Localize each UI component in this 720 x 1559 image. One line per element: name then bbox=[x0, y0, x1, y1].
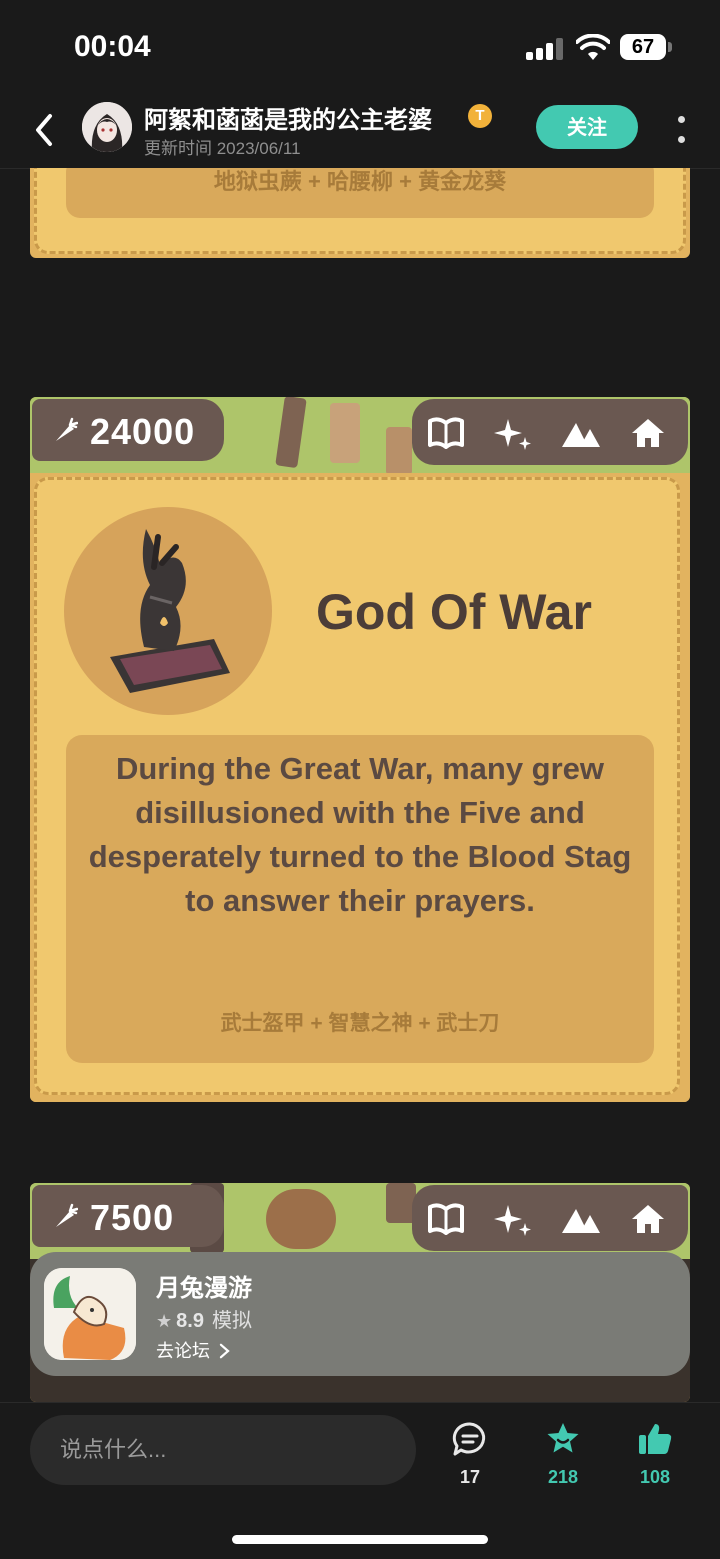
post-header: 阿絮和菡菡是我的公主老婆 T 更新时间 2023/06/11 关注 bbox=[0, 92, 720, 169]
wifi-icon bbox=[576, 34, 610, 60]
follow-button[interactable]: 关注 bbox=[536, 105, 638, 149]
back-icon[interactable] bbox=[30, 110, 58, 150]
battery-indicator: 67 bbox=[620, 34, 666, 60]
battery-cap bbox=[668, 42, 672, 52]
item-title: God Of War bbox=[316, 584, 592, 640]
avatar[interactable] bbox=[82, 102, 132, 152]
favorite-button[interactable]: 218 bbox=[533, 1421, 593, 1488]
sparkle-icon[interactable] bbox=[494, 1201, 534, 1237]
bottom-action-bar: 说点什么... 17 218 108 bbox=[0, 1402, 720, 1559]
home-icon[interactable] bbox=[628, 1201, 668, 1237]
card-icon-bar bbox=[412, 1185, 688, 1251]
item-card-god-of-war[interactable]: 24000 God Of War During the Great War, m… bbox=[30, 397, 690, 1102]
blood-stag-statue-icon bbox=[110, 529, 230, 693]
item-description: During the Great War, many grew disillus… bbox=[88, 751, 632, 918]
status-time: 00:04 bbox=[74, 30, 151, 63]
status-bar: 00:04 67 bbox=[0, 0, 720, 92]
home-indicator bbox=[232, 1535, 488, 1544]
app-rating-score: 8.9 bbox=[176, 1310, 204, 1332]
item-card-previous: 地狱虫蕨 + 哈腰柳 + 黄金龙葵 bbox=[30, 168, 690, 258]
cost-badge: 24000 bbox=[32, 399, 224, 461]
card-body: God Of War During the Great War, many gr… bbox=[30, 473, 690, 1102]
creator-badge: T bbox=[468, 104, 492, 128]
cost-value: 7500 bbox=[90, 1197, 175, 1238]
app-rating: ★ 8.9 模拟 bbox=[156, 1304, 252, 1333]
go-to-forum-link[interactable]: 去论坛 bbox=[156, 1337, 230, 1363]
app-category: 模拟 bbox=[211, 1310, 252, 1332]
comment-button[interactable]: 17 bbox=[440, 1421, 500, 1488]
signal-icon bbox=[526, 38, 564, 60]
more-icon[interactable] bbox=[676, 110, 686, 150]
description-box: During the Great War, many grew disillus… bbox=[66, 735, 654, 1063]
recipe-box: 地狱虫蕨 + 哈腰柳 + 黄金龙葵 bbox=[66, 168, 654, 218]
author-name[interactable]: 阿絮和菡菡是我的公主老婆 bbox=[144, 100, 432, 135]
favorite-icon bbox=[547, 1423, 579, 1453]
carrot-icon bbox=[56, 1203, 78, 1227]
favorites-count: 218 bbox=[547, 1467, 579, 1487]
recipe-text: 武士盔甲 + 智慧之神 + 武士刀 bbox=[220, 1012, 500, 1035]
likes-count: 108 bbox=[639, 1467, 671, 1487]
recipe-text: 地狱虫蕨 + 哈腰柳 + 黄金龙葵 bbox=[213, 169, 507, 194]
home-icon[interactable] bbox=[628, 415, 668, 451]
comment-icon bbox=[452, 1422, 486, 1456]
comment-input[interactable]: 说点什么... bbox=[30, 1415, 416, 1485]
app-banner[interactable]: 月兔漫游 ★ 8.9 模拟 去论坛 bbox=[30, 1252, 690, 1376]
card-icon-bar bbox=[412, 399, 688, 465]
mountain-icon[interactable] bbox=[560, 1201, 600, 1237]
update-time: 更新时间 2023/06/11 bbox=[144, 139, 301, 158]
carrot-icon bbox=[56, 417, 78, 441]
like-icon bbox=[639, 1424, 672, 1454]
like-button[interactable]: 108 bbox=[625, 1421, 685, 1488]
chevron-right-icon bbox=[219, 1343, 230, 1359]
app-icon[interactable] bbox=[44, 1268, 136, 1360]
comments-count: 17 bbox=[459, 1467, 481, 1487]
star-icon: ★ bbox=[156, 1311, 173, 1331]
cost-badge: 7500 bbox=[32, 1185, 224, 1247]
item-image bbox=[64, 507, 272, 715]
book-icon[interactable] bbox=[426, 1201, 466, 1237]
mountain-icon[interactable] bbox=[560, 415, 600, 451]
sparkle-icon[interactable] bbox=[494, 415, 534, 451]
cost-value: 24000 bbox=[90, 411, 196, 452]
app-name: 月兔漫游 bbox=[156, 1275, 252, 1302]
book-icon[interactable] bbox=[426, 415, 466, 451]
forum-link-label: 去论坛 bbox=[156, 1341, 210, 1361]
